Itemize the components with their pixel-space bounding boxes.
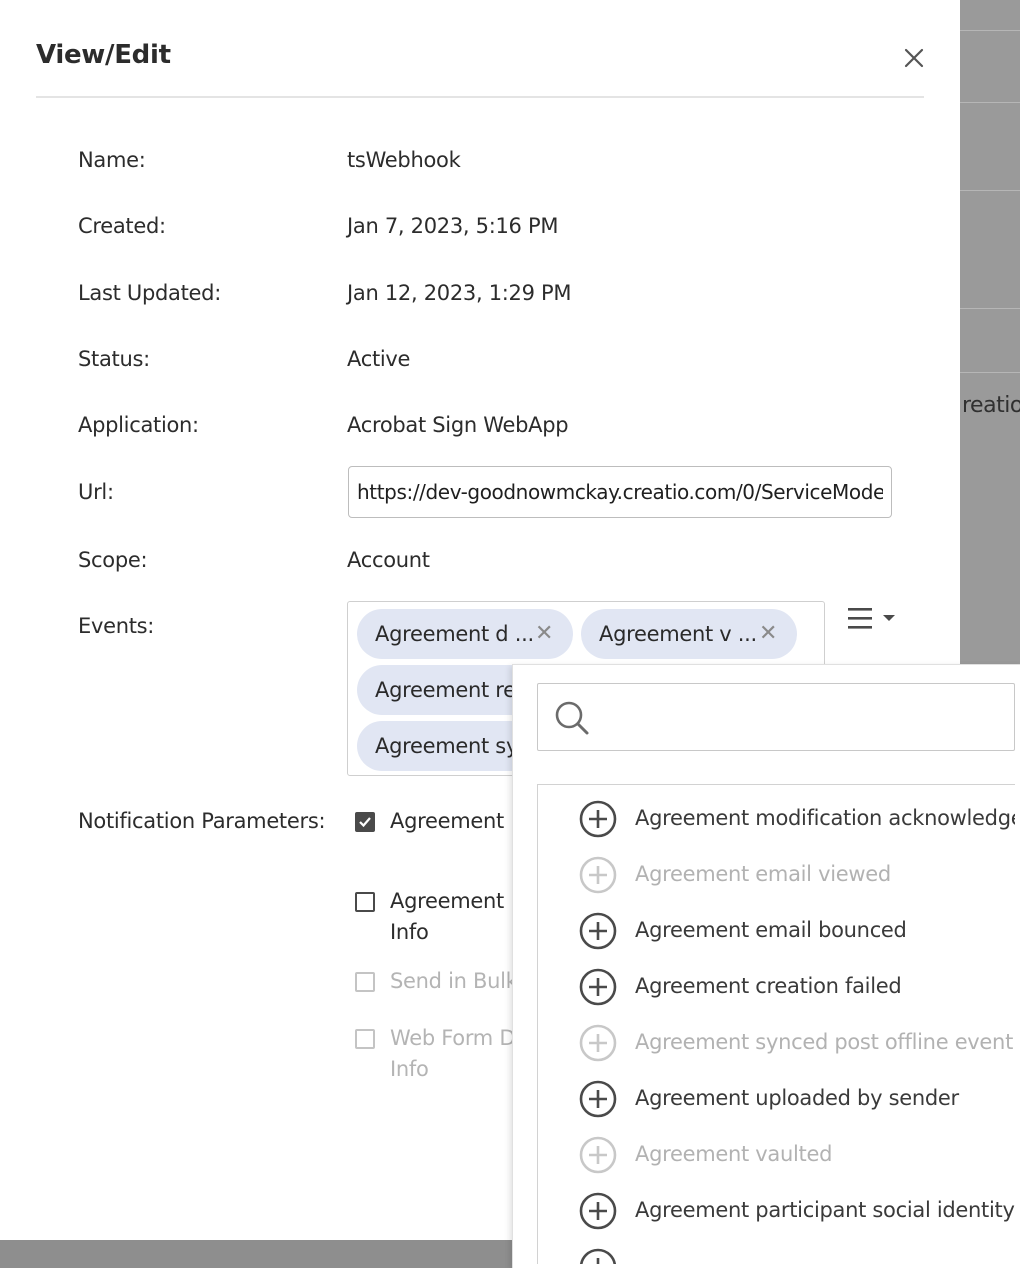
event-option[interactable]: Agreement modification acknowledged bbox=[538, 788, 1015, 844]
last-updated-label: Last Updated: bbox=[78, 281, 221, 305]
application-label: Application: bbox=[78, 413, 199, 437]
events-search-box[interactable] bbox=[537, 683, 1015, 751]
scope-label: Scope: bbox=[78, 548, 148, 572]
notification-param-checkbox[interactable] bbox=[355, 892, 375, 912]
events-dropdown: Agreement modification acknowledged Agree… bbox=[512, 664, 1020, 1268]
event-option[interactable]: Agreement uploaded by sender bbox=[538, 1068, 1015, 1124]
event-option[interactable] bbox=[538, 1236, 1015, 1264]
notification-param-label-line: Info bbox=[390, 920, 429, 944]
background-divider bbox=[960, 190, 1020, 191]
tag-remove-icon[interactable]: ✕ bbox=[535, 609, 553, 659]
event-option-label: Agreement modification acknowledged bbox=[635, 806, 1015, 830]
name-label: Name: bbox=[78, 148, 146, 172]
created-label: Created: bbox=[78, 214, 166, 238]
notification-param-label-line: Web Form Do bbox=[390, 1026, 528, 1050]
event-option-label: Agreement participant social identity ..… bbox=[635, 1198, 1015, 1222]
title-divider bbox=[36, 96, 924, 98]
checkmark-icon bbox=[359, 817, 371, 828]
add-circle-icon bbox=[579, 912, 617, 950]
notification-param-label: Web Form Do Info bbox=[390, 1023, 528, 1085]
add-circle-icon bbox=[579, 1248, 617, 1264]
event-tag-label: Agreement d ... bbox=[375, 622, 534, 646]
event-tag-label: Agreement v ... bbox=[599, 622, 757, 646]
close-button[interactable] bbox=[896, 40, 932, 76]
notification-param-label: Send in Bulk I bbox=[390, 969, 530, 993]
background-divider bbox=[960, 102, 1020, 103]
notification-param-checkbox[interactable] bbox=[355, 812, 375, 832]
event-option: Agreement vaulted bbox=[538, 1124, 1015, 1180]
add-circle-icon bbox=[579, 968, 617, 1006]
event-tag[interactable]: Agreement d ... ✕ bbox=[357, 609, 573, 659]
event-option: Agreement synced post offline event bbox=[538, 1012, 1015, 1068]
chevron-down-icon bbox=[883, 615, 895, 621]
event-option[interactable]: Agreement creation failed bbox=[538, 956, 1015, 1012]
event-option[interactable]: Agreement participant social identity ..… bbox=[538, 1180, 1015, 1236]
search-icon bbox=[555, 701, 589, 735]
notification-parameters-label: Notification Parameters: bbox=[78, 809, 326, 833]
last-updated-value: Jan 12, 2023, 1:29 PM bbox=[347, 281, 572, 305]
event-option-label: Agreement email bounced bbox=[635, 918, 907, 942]
event-option-label: Agreement vaulted bbox=[635, 1142, 833, 1166]
event-option-label: Agreement synced post offline event bbox=[635, 1030, 1014, 1054]
event-option-label: Agreement uploaded by sender bbox=[635, 1086, 959, 1110]
events-search-input[interactable] bbox=[596, 694, 1000, 742]
event-tag-label: Agreement re bbox=[375, 678, 516, 702]
created-value: Jan 7, 2023, 5:16 PM bbox=[347, 214, 559, 238]
event-option: Agreement email viewed bbox=[538, 844, 1015, 900]
background-divider bbox=[960, 308, 1020, 309]
add-circle-icon bbox=[579, 1192, 617, 1230]
scope-value: Account bbox=[347, 548, 430, 572]
status-value: Active bbox=[347, 347, 411, 371]
url-input[interactable] bbox=[348, 466, 892, 518]
background-divider bbox=[960, 30, 1020, 31]
list-menu-icon bbox=[848, 608, 895, 629]
close-icon bbox=[904, 48, 924, 68]
background-divider bbox=[960, 372, 1020, 373]
events-options-list[interactable]: Agreement modification acknowledged Agree… bbox=[537, 784, 1015, 1264]
notification-param-checkbox bbox=[355, 972, 375, 992]
add-circle-icon bbox=[579, 1136, 617, 1174]
add-circle-icon bbox=[579, 1080, 617, 1118]
add-circle-icon bbox=[579, 856, 617, 894]
event-option[interactable]: Agreement email bounced bbox=[538, 900, 1015, 956]
event-tag[interactable]: Agreement v ... ✕ bbox=[581, 609, 797, 659]
tag-remove-icon[interactable]: ✕ bbox=[759, 609, 777, 659]
add-circle-icon bbox=[579, 1024, 617, 1062]
add-circle-icon bbox=[579, 800, 617, 838]
background-partial-text: reatio.c bbox=[962, 393, 1020, 418]
events-label: Events: bbox=[78, 614, 155, 638]
event-option-label: Agreement creation failed bbox=[635, 974, 902, 998]
event-tag-label: Agreement sy bbox=[375, 734, 519, 758]
application-value: Acrobat Sign WebApp bbox=[347, 413, 569, 437]
modal-title: View/Edit bbox=[36, 40, 171, 70]
event-option-label: Agreement email viewed bbox=[635, 862, 891, 886]
status-label: Status: bbox=[78, 347, 150, 371]
notification-param-label-line: Info bbox=[390, 1057, 429, 1081]
name-value: tsWebhook bbox=[347, 148, 461, 172]
events-list-menu-button[interactable] bbox=[846, 603, 902, 639]
notification-param-checkbox bbox=[355, 1029, 375, 1049]
url-label: Url: bbox=[78, 480, 114, 504]
